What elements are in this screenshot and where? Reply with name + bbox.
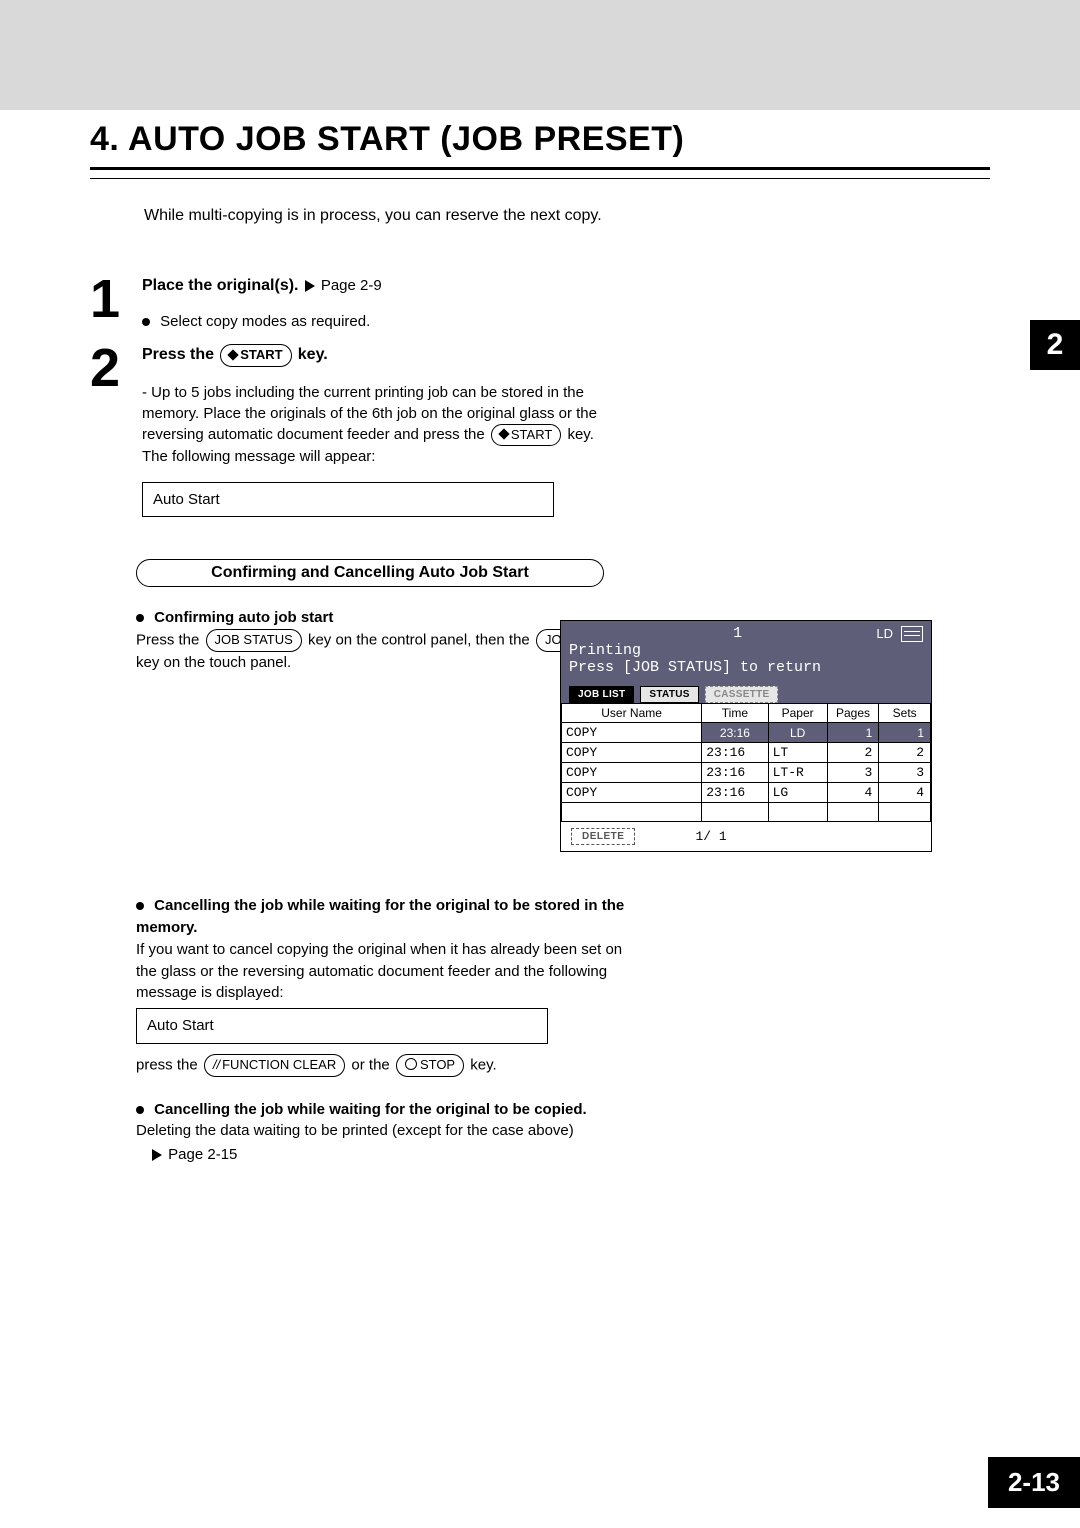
arrow-icon xyxy=(305,280,315,292)
stop-icon xyxy=(405,1058,417,1070)
table-row[interactable]: COPY 23:16 LD 1 1 xyxy=(562,723,931,743)
cancel-store-block: Cancelling the job while waiting for the… xyxy=(136,895,636,1076)
cell-time: 23:16 xyxy=(702,743,768,763)
start-key-inline: START xyxy=(491,424,561,446)
stop-key-label: STOP xyxy=(420,1057,455,1072)
tab-cassette: CASSETTE xyxy=(705,686,779,703)
step-2: 2 Press the START key. - Up to 5 jobs in… xyxy=(90,344,610,517)
screen-line2: Press [JOB STATUS] to return xyxy=(569,659,923,676)
cell-pages: 3 xyxy=(827,763,879,783)
step-2-number: 2 xyxy=(90,344,142,517)
th-paper: Paper xyxy=(768,704,827,723)
table-row[interactable]: COPY 23:16 LG 4 4 xyxy=(562,783,931,803)
title-underline-thick xyxy=(90,167,990,170)
cell-sets: 2 xyxy=(879,743,931,763)
cancel-copy-head: Cancelling the job while waiting for the… xyxy=(154,1101,587,1118)
cell-pages: 4 xyxy=(827,783,879,803)
section-heading: Confirming and Cancelling Auto Job Start xyxy=(136,559,604,587)
cancel-store-after3: key. xyxy=(470,1056,496,1073)
cell-time: 23:16 xyxy=(702,783,768,803)
step-2-head-suffix: key. xyxy=(298,346,328,363)
table-row xyxy=(562,803,931,822)
confirm-text-a: Press the xyxy=(136,631,204,648)
page-indicator: 1/ 1 xyxy=(695,829,726,844)
th-pages: Pages xyxy=(827,704,879,723)
th-sets: Sets xyxy=(879,704,931,723)
cancel-store-head: Cancelling the job while waiting for the… xyxy=(136,897,624,936)
slashes-icon: // xyxy=(213,1057,220,1072)
tab-status[interactable]: STATUS xyxy=(640,686,698,703)
function-clear-label: FUNCTION CLEAR xyxy=(222,1057,336,1072)
page-title: 4. AUTO JOB START (JOB PRESET) xyxy=(90,120,990,159)
cell-time: 23:16 xyxy=(702,763,768,783)
job-table: User Name Time Paper Pages Sets COPY 23:… xyxy=(561,703,931,822)
cancel-copy-pageref: Page 2-15 xyxy=(168,1146,237,1163)
step-1-pageref: Page 2-9 xyxy=(321,277,382,294)
top-band xyxy=(0,0,1080,110)
start-key-inline-label: START xyxy=(511,427,552,442)
page-number: 2-13 xyxy=(988,1457,1080,1508)
side-tab: 2 xyxy=(1030,320,1080,370)
stop-key: STOP xyxy=(396,1054,464,1077)
cell-pages: 2 xyxy=(827,743,879,763)
delete-button[interactable]: DELETE xyxy=(571,828,635,845)
cell-paper: LG xyxy=(768,783,827,803)
cell-paper: LD xyxy=(768,723,827,743)
job-status-key: JOB STATUS xyxy=(206,629,302,652)
cancel-store-after2: or the xyxy=(351,1056,394,1073)
cell-pages: 1 xyxy=(827,723,879,743)
intro-text: While multi-copying is in process, you c… xyxy=(144,207,990,225)
cell-user: COPY xyxy=(562,763,702,783)
cell-sets: 3 xyxy=(879,763,931,783)
cancel-store-after1: press the xyxy=(136,1056,202,1073)
job-status-screen: 1 LD Printing Press [JOB STATUS] to retu… xyxy=(560,620,932,852)
function-clear-key: //FUNCTION CLEAR xyxy=(204,1054,345,1077)
confirm-head: Confirming auto job start xyxy=(154,609,333,626)
cell-paper: LT xyxy=(768,743,827,763)
th-time: Time xyxy=(702,704,768,723)
cell-user: COPY xyxy=(562,723,702,743)
start-key-label: START xyxy=(240,347,282,362)
bullet-icon xyxy=(136,614,144,622)
th-user: User Name xyxy=(562,704,702,723)
step-2-head-prefix: Press the xyxy=(142,346,214,363)
bullet-icon xyxy=(136,902,144,910)
arrow-icon xyxy=(152,1149,162,1161)
auto-start-box-2: Auto Start xyxy=(136,1008,548,1044)
start-key: START xyxy=(220,344,291,366)
confirm-text-b: key on the control panel, then the xyxy=(308,631,534,648)
cell-paper: LT-R xyxy=(768,763,827,783)
step-1-head: Place the original(s). xyxy=(142,277,298,294)
auto-start-box-1: Auto Start xyxy=(142,482,554,517)
screen-ld-label: LD xyxy=(876,626,893,641)
bullet-icon xyxy=(142,318,150,326)
cell-sets: 4 xyxy=(879,783,931,803)
screen-top-number: 1 xyxy=(599,625,876,642)
cancel-copy-block: Cancelling the job while waiting for the… xyxy=(136,1099,636,1166)
cell-time: 23:16 xyxy=(702,723,768,743)
step-1: 1 Place the original(s). Page 2-9 Select… xyxy=(90,275,610,332)
screen-line1: Printing xyxy=(569,642,923,659)
diamond-icon xyxy=(228,349,239,360)
tab-job-list[interactable]: JOB LIST xyxy=(569,686,634,703)
cancel-store-body: If you want to cancel copying the origin… xyxy=(136,939,636,1004)
diamond-icon xyxy=(498,429,509,440)
cancel-copy-body: Deleting the data waiting to be printed … xyxy=(136,1120,636,1142)
cell-user: COPY xyxy=(562,783,702,803)
confirm-text-c: key on the touch panel. xyxy=(136,654,291,671)
cell-user: COPY xyxy=(562,743,702,763)
step-1-sub: Select copy modes as required. xyxy=(160,313,370,330)
bullet-icon xyxy=(136,1106,144,1114)
table-row[interactable]: COPY 23:16 LT 2 2 xyxy=(562,743,931,763)
paper-icon xyxy=(901,626,923,642)
table-row[interactable]: COPY 23:16 LT-R 3 3 xyxy=(562,763,931,783)
title-underline-thin xyxy=(90,178,990,179)
step-1-number: 1 xyxy=(90,275,142,332)
cell-sets: 1 xyxy=(879,723,931,743)
